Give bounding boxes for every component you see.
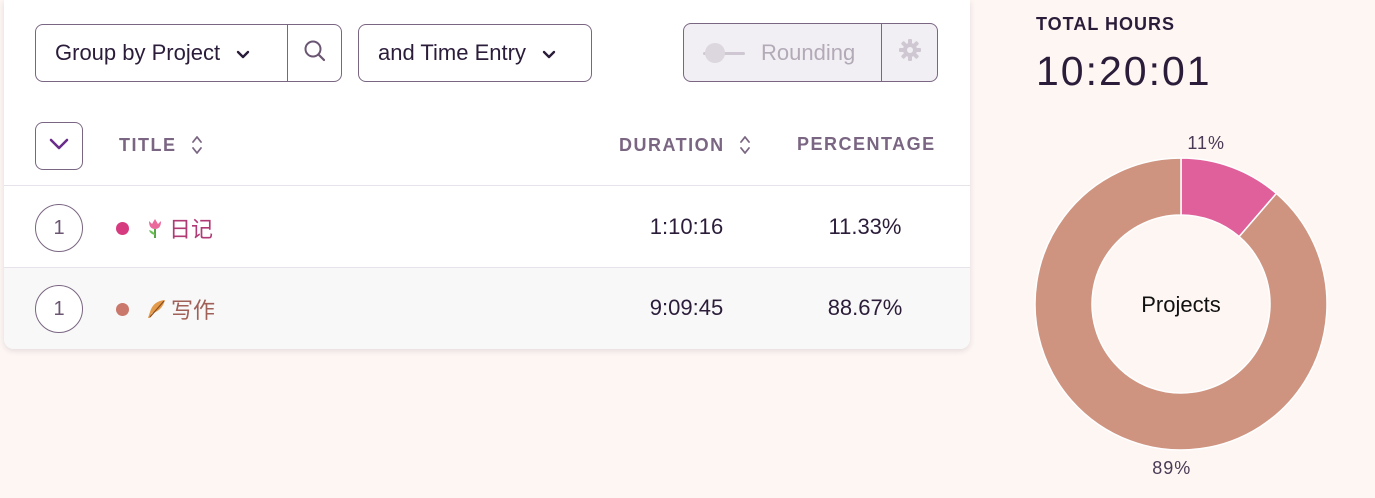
slice-percentage-label: 11% (1187, 133, 1225, 153)
search-icon (303, 39, 327, 68)
gear-icon (897, 37, 923, 68)
chevron-down-icon (48, 137, 70, 156)
feather-icon (145, 298, 167, 320)
sort-icon (739, 134, 751, 156)
group-by-label: Group by Project (55, 40, 221, 65)
entry-count-badge[interactable]: 1 (35, 285, 83, 333)
percentage-cell: 88.67% (827, 295, 903, 320)
rounding-settings-button[interactable] (881, 24, 937, 81)
secondary-group-label: and Time Entry (378, 40, 526, 65)
report-toolbar: Group by Project and Time Entry Rounding (4, 0, 970, 110)
percentage-cell: 11.33% (828, 214, 902, 239)
chevron-down-icon (236, 40, 250, 66)
duration-cell: 9:09:45 (649, 295, 724, 320)
project-color-dot (116, 222, 129, 235)
percentage-header-label: PERCENTAGE (797, 134, 936, 154)
table-row[interactable]: 1 写作 9:09:45 88.67% (4, 268, 970, 349)
project-name-label: 写作 (171, 299, 216, 324)
duration-column-header[interactable]: DURATION (619, 134, 751, 156)
group-by-control: Group by Project (35, 24, 342, 82)
slice-percentage-label: 89% (1152, 458, 1191, 478)
rounding-control: Rounding (683, 23, 938, 82)
toggle-knob (705, 42, 725, 63)
donut-center-label: Projects (1141, 292, 1220, 317)
group-by-dropdown[interactable]: Group by Project (36, 25, 287, 81)
project-color-dot (116, 303, 129, 316)
entry-count-badge[interactable]: 1 (35, 204, 83, 252)
sort-icon (191, 134, 203, 156)
tulip-icon (145, 217, 165, 239)
title-column-header[interactable]: TITLE (119, 134, 203, 156)
rounding-label: Rounding (761, 39, 856, 65)
percentage-column-header: PERCENTAGE (797, 134, 936, 155)
chevron-down-icon (542, 40, 556, 66)
project-name[interactable]: 日记 (145, 212, 213, 244)
table-row[interactable]: 1 日记 1:10:16 11.33% (4, 187, 970, 268)
total-hours-value: 10:20:01 (1036, 48, 1212, 94)
secondary-group-dropdown[interactable]: and Time Entry (358, 24, 592, 82)
duration-header-label: DURATION (619, 134, 725, 155)
project-name-label: 日记 (169, 218, 214, 243)
projects-donut-chart: 11% 89% Projects (1034, 133, 1328, 478)
report-card: Group by Project and Time Entry Rounding… (4, 0, 970, 349)
project-name[interactable]: 写作 (145, 293, 215, 325)
search-button[interactable] (287, 25, 341, 81)
toggle-switch (703, 42, 745, 64)
expand-all-button[interactable] (35, 122, 83, 170)
total-hours-label: TOTAL HOURS (1036, 14, 1176, 34)
title-header-label: TITLE (119, 134, 177, 155)
table-header: TITLE DURATION PERCENTAGE (4, 110, 970, 186)
rounding-toggle[interactable]: Rounding (684, 24, 881, 81)
duration-cell: 1:10:16 (649, 214, 724, 239)
